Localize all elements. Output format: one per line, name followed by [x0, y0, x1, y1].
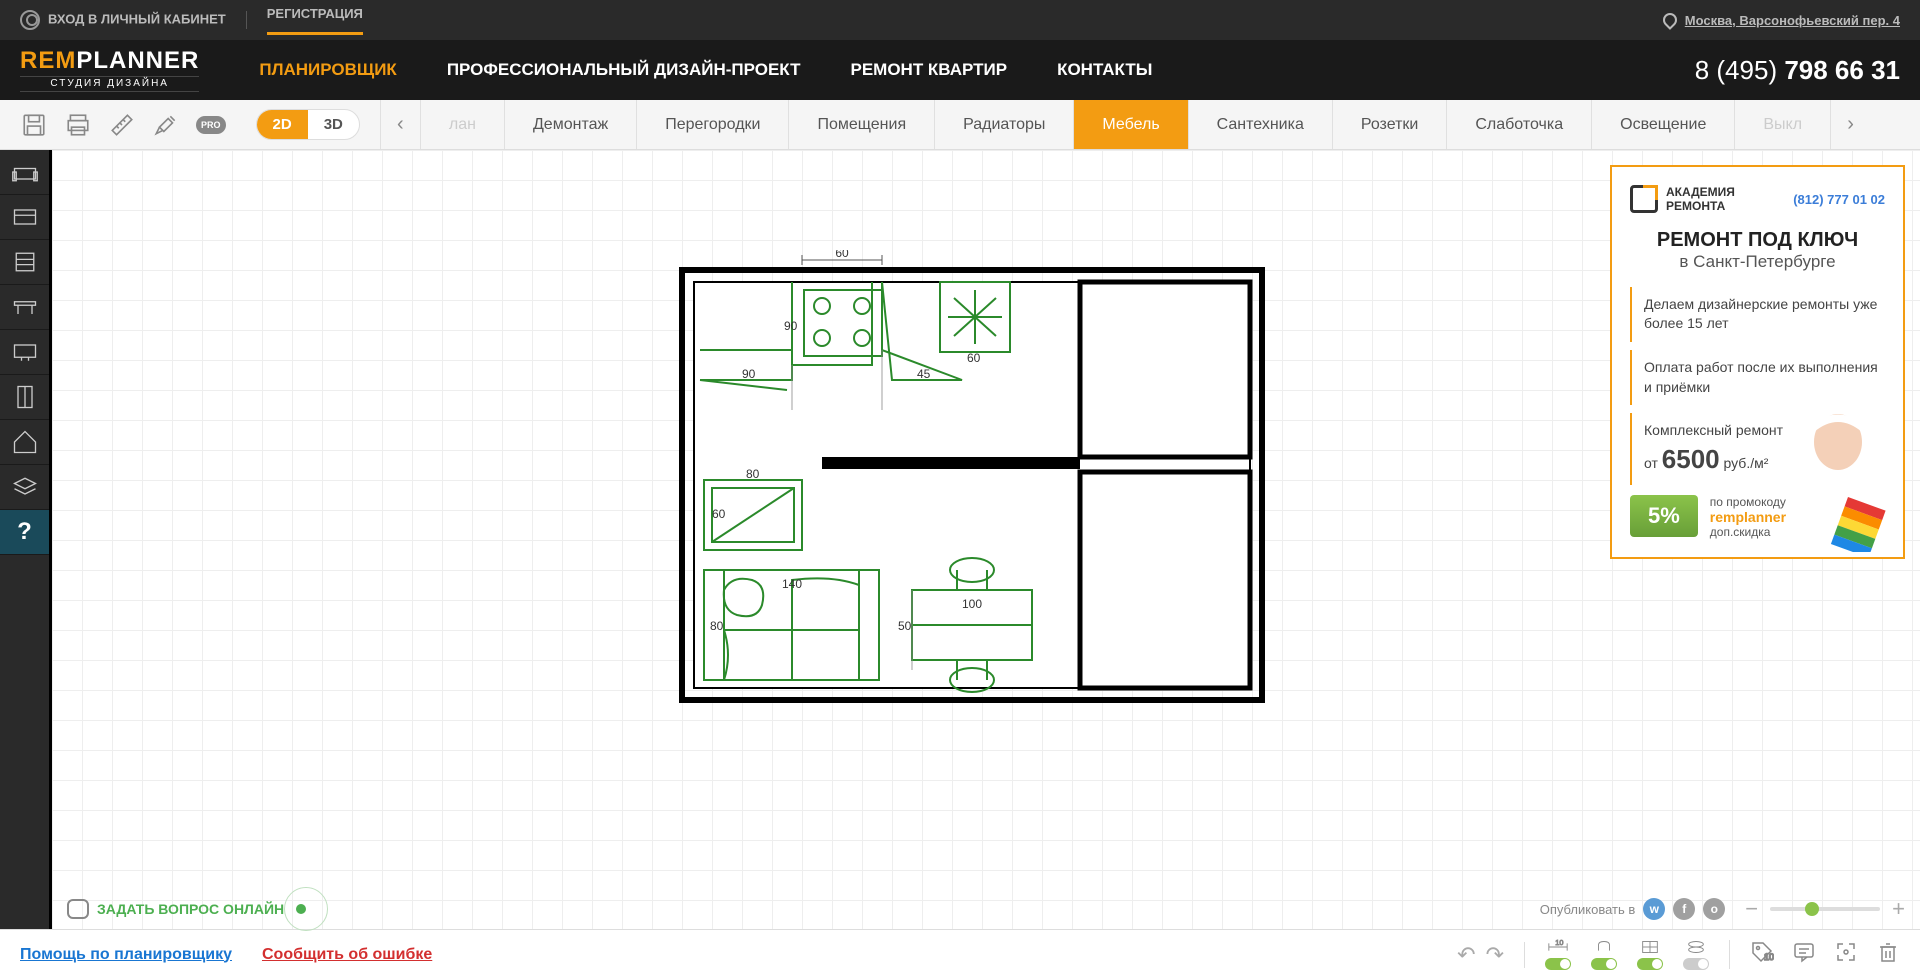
svg-text:80: 80 — [710, 619, 724, 633]
svg-text:60: 60 — [967, 351, 981, 365]
tab-lighting[interactable]: Освещение — [1591, 100, 1734, 149]
canvas-footer: ЗАДАТЬ ВОПРОС ОНЛАЙН Опубликовать в w f … — [52, 889, 1920, 929]
location-link[interactable]: Москва, Варсонофьевский пер. 4 — [1685, 13, 1900, 28]
zoom-in-button[interactable]: + — [1892, 896, 1905, 922]
sidebar-bed[interactable] — [0, 195, 49, 240]
publish-group: Опубликовать в w f o — [1540, 898, 1726, 920]
tag-icon[interactable]: 10 — [1750, 940, 1774, 969]
svg-text:90: 90 — [742, 367, 756, 381]
svg-text:90: 90 — [784, 319, 798, 333]
fullscreen-icon[interactable] — [1834, 940, 1858, 969]
furniture-sidebar: ? — [0, 150, 52, 929]
pulse-circle-icon — [284, 887, 328, 931]
svg-text:10: 10 — [1764, 952, 1774, 962]
ad-discount-badge: 5% — [1630, 495, 1698, 537]
ad-logo-icon — [1630, 185, 1658, 213]
nav-planner[interactable]: ПЛАНИРОВЩИК — [259, 60, 396, 80]
sidebar-tv[interactable] — [0, 330, 49, 375]
divider — [246, 11, 247, 29]
svg-text:45: 45 — [917, 367, 931, 381]
sidebar-help[interactable]: ? — [0, 510, 49, 555]
nav-repair[interactable]: РЕМОНТ КВАРТИР — [850, 60, 1007, 80]
canvas[interactable]: 60 — [52, 150, 1920, 929]
redo-button[interactable]: ↷ — [1486, 942, 1504, 968]
view-3d[interactable]: 3D — [308, 110, 359, 139]
save-icon[interactable] — [20, 111, 48, 139]
sidebar-house[interactable] — [0, 420, 49, 465]
chat-icon — [67, 899, 89, 919]
ad-person-image — [1778, 402, 1898, 552]
svg-text:50: 50 — [898, 619, 912, 633]
svg-text:140: 140 — [782, 577, 802, 591]
toggle-snap[interactable] — [1591, 939, 1617, 970]
svg-text:60: 60 — [712, 507, 726, 521]
sidebar-dresser[interactable] — [0, 240, 49, 285]
tools-icon[interactable] — [152, 111, 180, 139]
vk-icon[interactable]: w — [1643, 898, 1665, 920]
svg-text:60: 60 — [835, 250, 849, 260]
pin-icon — [1660, 10, 1680, 30]
sidebar-layers[interactable] — [0, 465, 49, 510]
tab-partitions[interactable]: Перегородки — [636, 100, 788, 149]
tab-lowcurrent[interactable]: Слаботочка — [1446, 100, 1591, 149]
ad-title: РЕМОНТ ПОД КЛЮЧ — [1630, 229, 1885, 252]
view-toggle: 2D 3D — [256, 109, 360, 140]
sidebar-fridge[interactable] — [0, 375, 49, 420]
floorplan[interactable]: 60 — [672, 250, 1272, 710]
toggle-grid[interactable] — [1637, 939, 1663, 970]
planner-help-link[interactable]: Помощь по планировщику — [20, 946, 232, 964]
topbar: ВХОД В ЛИЧНЫЙ КАБИНЕТ РЕГИСТРАЦИЯ Москва… — [0, 0, 1920, 40]
tab-plan[interactable]: лан — [420, 100, 504, 149]
ad-feature-2: Оплата работ после их выполнения и приём… — [1630, 350, 1885, 405]
tabs-prev[interactable]: ‹ — [380, 100, 420, 149]
print-icon[interactable] — [64, 111, 92, 139]
tabs-next[interactable]: › — [1830, 100, 1870, 149]
view-2d[interactable]: 2D — [257, 110, 308, 139]
ad-phone[interactable]: (812) 777 01 02 — [1793, 192, 1885, 207]
tab-switches[interactable]: Выкл — [1734, 100, 1830, 149]
user-icon — [20, 10, 40, 30]
bottombar: Помощь по планировщику Сообщить об ошибк… — [0, 929, 1920, 979]
ad-panel[interactable]: АКАДЕМИЯРЕМОНТА (812) 777 01 02 РЕМОНТ П… — [1610, 165, 1905, 559]
register-link[interactable]: РЕГИСТРАЦИЯ — [267, 6, 363, 35]
svg-text:100: 100 — [962, 597, 982, 611]
main-nav: REMPLANNER СТУДИЯ ДИЗАЙНА ПЛАНИРОВЩИК ПР… — [0, 40, 1920, 100]
toggle-dimensions[interactable]: 10 — [1545, 939, 1571, 970]
undo-button[interactable]: ↶ — [1457, 942, 1475, 968]
toggle-layers[interactable] — [1683, 939, 1709, 970]
ad-subtitle: в Санкт-Петербурге — [1630, 252, 1885, 272]
delete-icon[interactable] — [1876, 940, 1900, 969]
ok-icon[interactable]: o — [1703, 898, 1725, 920]
sidebar-table[interactable] — [0, 285, 49, 330]
tab-radiators[interactable]: Радиаторы — [934, 100, 1073, 149]
comment-icon[interactable] — [1792, 940, 1816, 969]
tab-sockets[interactable]: Розетки — [1332, 100, 1446, 149]
fb-icon[interactable]: f — [1673, 898, 1695, 920]
report-error-link[interactable]: Сообщить об ошибке — [262, 946, 432, 964]
login-link[interactable]: ВХОД В ЛИЧНЫЙ КАБИНЕТ — [20, 10, 226, 30]
tab-plumbing[interactable]: Сантехника — [1188, 100, 1332, 149]
ask-online-button[interactable]: ЗАДАТЬ ВОПРОС ОНЛАЙН — [67, 887, 328, 931]
zoom-slider[interactable] — [1770, 907, 1880, 911]
ruler-icon[interactable] — [108, 111, 136, 139]
pro-badge[interactable]: PRO — [196, 116, 226, 134]
phone-number[interactable]: 8 (495) 798 66 31 — [1695, 55, 1900, 86]
tab-demolition[interactable]: Демонтаж — [504, 100, 636, 149]
nav-design[interactable]: ПРОФЕССИОНАЛЬНЫЙ ДИЗАЙН-ПРОЕКТ — [447, 60, 801, 80]
toolbar: PRO 2D 3D ‹ лан Демонтаж Перегородки Пом… — [0, 100, 1920, 150]
svg-text:10: 10 — [1555, 939, 1563, 947]
svg-text:80: 80 — [746, 467, 760, 481]
ad-feature-1: Делаем дизайнерские ремонты уже более 15… — [1630, 287, 1885, 342]
logo[interactable]: REMPLANNER СТУДИЯ ДИЗАЙНА — [20, 49, 199, 92]
sidebar-sofa[interactable] — [0, 150, 49, 195]
tab-furniture[interactable]: Мебель — [1073, 100, 1187, 149]
tab-rooms[interactable]: Помещения — [788, 100, 934, 149]
zoom-out-button[interactable]: − — [1745, 896, 1758, 922]
nav-contacts[interactable]: КОНТАКТЫ — [1057, 60, 1152, 80]
